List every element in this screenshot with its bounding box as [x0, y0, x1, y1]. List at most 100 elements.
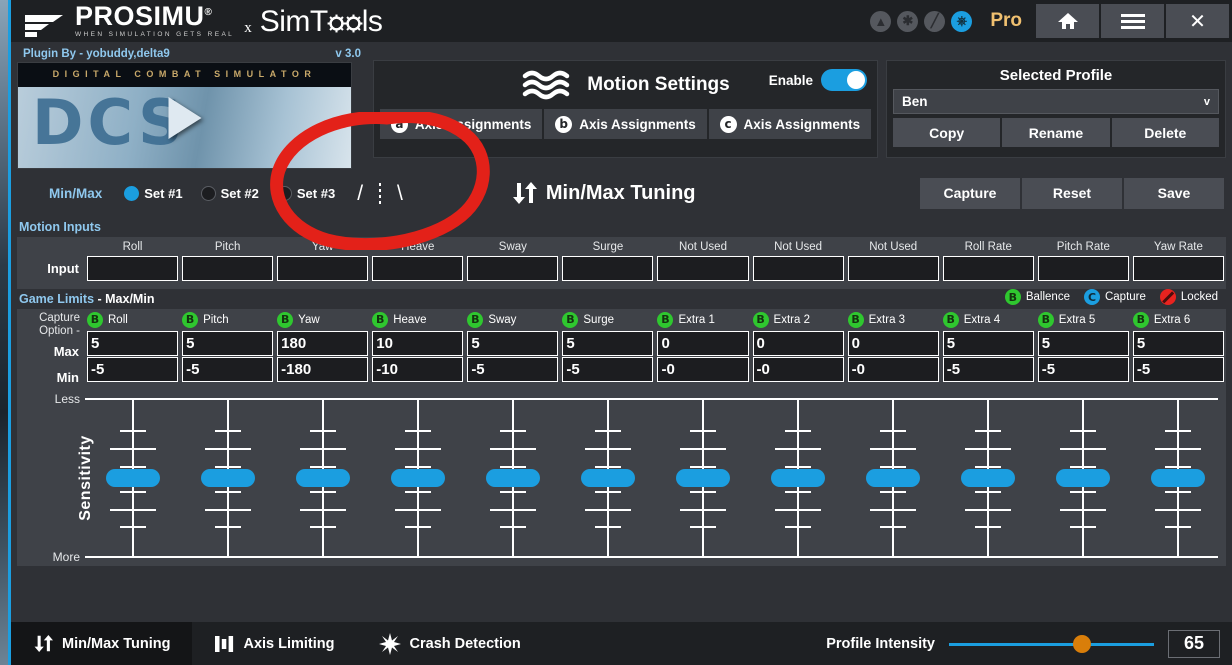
profile-intensity-slider[interactable] — [949, 635, 1154, 653]
sensitivity-slider-heave[interactable] — [370, 398, 465, 558]
input-field-notused-3[interactable] — [848, 256, 939, 281]
rename-profile-button[interactable]: Rename — [1002, 118, 1109, 147]
sensitivity-slider-roll[interactable] — [85, 398, 180, 558]
slider-handle[interactable] — [1056, 469, 1110, 487]
home-button[interactable] — [1036, 4, 1099, 38]
max-field-extra-5[interactable]: 5 — [1038, 331, 1129, 356]
slider-handle[interactable] — [106, 469, 160, 487]
profile-intensity-value[interactable]: 65 — [1168, 630, 1220, 658]
capture-option-badge-extra-4[interactable]: B — [943, 312, 959, 328]
max-field-extra-1[interactable]: 0 — [657, 331, 748, 356]
slider-handle[interactable] — [1151, 469, 1205, 487]
max-field-extra-2[interactable]: 0 — [753, 331, 844, 356]
input-field-sway[interactable] — [467, 256, 558, 281]
min-field-extra-6[interactable]: -5 — [1133, 357, 1224, 382]
sensitivity-slider-pitch[interactable] — [180, 398, 275, 558]
intensity-handle[interactable] — [1073, 635, 1091, 653]
profile-dropdown[interactable]: Ben v — [893, 89, 1219, 114]
capture-button[interactable]: Capture — [920, 178, 1020, 209]
plugin-thumbnail[interactable]: DIGITAL COMBAT SIMULATOR DCS — [17, 62, 352, 169]
set-1-radio-item[interactable]: Set #1 — [124, 186, 182, 201]
sensitivity-slider-yaw[interactable] — [275, 398, 370, 558]
slider-handle[interactable] — [201, 469, 255, 487]
capture-option-badge-pitch[interactable]: B — [182, 312, 198, 328]
forward-slash-icon[interactable]: / — [357, 183, 363, 204]
min-field-roll[interactable]: -5 — [87, 357, 178, 382]
max-field-extra-4[interactable]: 5 — [943, 331, 1034, 356]
slider-handle[interactable] — [866, 469, 920, 487]
sensitivity-slider-sway[interactable] — [465, 398, 560, 558]
reset-button[interactable]: Reset — [1022, 178, 1122, 209]
max-field-extra-6[interactable]: 5 — [1133, 331, 1224, 356]
play-icon[interactable] — [168, 97, 201, 139]
save-button[interactable]: Save — [1124, 178, 1224, 209]
slider-handle[interactable] — [961, 469, 1015, 487]
capture-option-badge-surge[interactable]: B — [562, 312, 578, 328]
sensitivity-slider-extra-1[interactable] — [655, 398, 750, 558]
input-field-yaw[interactable] — [277, 256, 368, 281]
capture-option-badge-extra-5[interactable]: B — [1038, 312, 1054, 328]
max-field-sway[interactable]: 5 — [467, 331, 558, 356]
sensitivity-slider-extra-4[interactable] — [941, 398, 1036, 558]
sensitivity-slider-extra-3[interactable] — [846, 398, 941, 558]
max-field-heave[interactable]: 10 — [372, 331, 463, 356]
capture-option-badge-extra-1[interactable]: B — [657, 312, 673, 328]
min-field-pitch[interactable]: -5 — [182, 357, 273, 382]
max-field-extra-3[interactable]: 0 — [848, 331, 939, 356]
capture-option-badge-roll[interactable]: B — [87, 312, 103, 328]
sensitivity-slider-extra-5[interactable] — [1036, 398, 1131, 558]
axis-assignments-a-button[interactable]: a Axis Assignments — [380, 109, 542, 139]
tab-crash-detection[interactable]: Crash Detection — [357, 622, 543, 665]
input-field-heave[interactable] — [372, 256, 463, 281]
min-field-extra-2[interactable]: -0 — [753, 357, 844, 382]
max-field-yaw[interactable]: 180 — [277, 331, 368, 356]
plug-circle-icon[interactable]: ⎈ — [951, 11, 972, 32]
sensitivity-slider-extra-2[interactable] — [751, 398, 846, 558]
axis-assignments-c-button[interactable]: c Axis Assignments — [709, 109, 871, 139]
capture-option-badge-yaw[interactable]: B — [277, 312, 293, 328]
slider-handle[interactable] — [771, 469, 825, 487]
input-field-notused-2[interactable] — [753, 256, 844, 281]
input-field-pitchrate[interactable] — [1038, 256, 1129, 281]
min-field-heave[interactable]: -10 — [372, 357, 463, 382]
set-2-radio-item[interactable]: Set #2 — [201, 186, 259, 201]
copy-profile-button[interactable]: Copy — [893, 118, 1000, 147]
set-2-radio[interactable] — [201, 186, 216, 201]
capture-option-badge-extra-3[interactable]: B — [848, 312, 864, 328]
slider-handle[interactable] — [391, 469, 445, 487]
axis-assignments-b-button[interactable]: b Axis Assignments — [544, 109, 706, 139]
min-field-sway[interactable]: -5 — [467, 357, 558, 382]
dotted-line-icon[interactable] — [379, 183, 381, 204]
capture-option-badge-extra-2[interactable]: B — [753, 312, 769, 328]
tab-minmax-tuning[interactable]: Min/Max Tuning — [11, 622, 192, 665]
min-field-extra-1[interactable]: -0 — [657, 357, 748, 382]
max-field-surge[interactable]: 5 — [562, 331, 653, 356]
capture-option-badge-sway[interactable]: B — [467, 312, 483, 328]
max-field-roll[interactable]: 5 — [87, 331, 178, 356]
input-field-surge[interactable] — [562, 256, 653, 281]
sensitivity-slider-surge[interactable] — [560, 398, 655, 558]
input-field-notused-1[interactable] — [657, 256, 748, 281]
slider-handle[interactable] — [676, 469, 730, 487]
slider-handle[interactable] — [581, 469, 635, 487]
slider-handle[interactable] — [296, 469, 350, 487]
sensitivity-slider-extra-6[interactable] — [1131, 398, 1226, 558]
set-1-radio[interactable] — [124, 186, 139, 201]
tab-axis-limiting[interactable]: Axis Limiting — [192, 622, 356, 665]
max-field-pitch[interactable]: 5 — [182, 331, 273, 356]
capture-option-badge-heave[interactable]: B — [372, 312, 388, 328]
enable-toggle[interactable] — [821, 69, 867, 91]
slider-handle[interactable] — [486, 469, 540, 487]
min-field-surge[interactable]: -5 — [562, 357, 653, 382]
set-3-radio[interactable] — [277, 186, 292, 201]
asterisk-circle-icon[interactable]: ✱ — [897, 11, 918, 32]
back-slash-icon[interactable]: \ — [397, 183, 403, 204]
min-field-extra-3[interactable]: -0 — [848, 357, 939, 382]
input-field-pitch[interactable] — [182, 256, 273, 281]
input-field-rollrate[interactable] — [943, 256, 1034, 281]
input-field-yawrate[interactable] — [1133, 256, 1224, 281]
min-field-yaw[interactable]: -180 — [277, 357, 368, 382]
input-field-roll[interactable] — [87, 256, 178, 281]
upload-circle-icon[interactable]: ▲ — [870, 11, 891, 32]
min-field-extra-4[interactable]: -5 — [943, 357, 1034, 382]
